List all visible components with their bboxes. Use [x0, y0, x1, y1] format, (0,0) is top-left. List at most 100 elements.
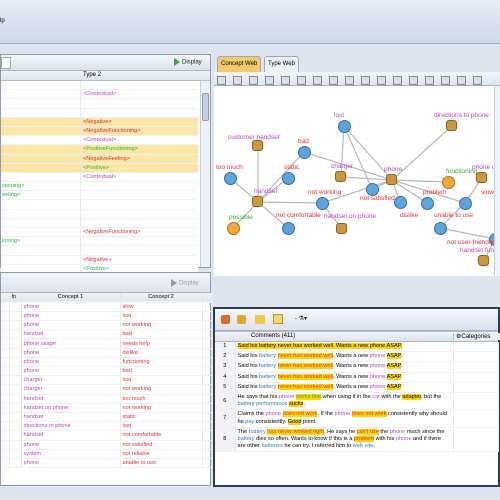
type-row[interactable]: <NegativeFunctioning> [1, 126, 198, 137]
menu-help[interactable]: lp [0, 18, 5, 24]
select-icon[interactable] [233, 76, 242, 85]
node-label[interactable]: handset on phone [324, 213, 376, 220]
home-icon[interactable] [457, 76, 466, 85]
comment-row[interactable]: 1 Said his battery never has worked well… [215, 342, 499, 353]
relation-row[interactable]: phone lost [1, 311, 213, 322]
relation-row[interactable]: handset bad [1, 329, 213, 340]
node-icon[interactable] [297, 76, 306, 85]
node-label[interactable]: not working [308, 189, 341, 196]
type-row[interactable]: <Positive> [1, 163, 198, 173]
fit-icon[interactable] [393, 76, 402, 85]
node-label[interactable]: too much [216, 164, 243, 171]
col-type2-header[interactable]: Type 2 [83, 72, 101, 78]
tab-type-web[interactable]: Type Web [264, 56, 299, 72]
concept-web-graph[interactable]: lost directions to phone customer handset b… [214, 86, 500, 276]
comment-row[interactable]: 3 Said his battery never has worked well… [215, 361, 499, 373]
filter-dropdown[interactable]: - ⚗▾ [295, 315, 319, 324]
relation-row[interactable]: handset not comfortable [1, 430, 213, 441]
categories-header[interactable]: ⚙Categories [453, 333, 500, 340]
tab-concept-web[interactable]: Concept Web [217, 56, 262, 72]
node-label[interactable]: not comfortable [276, 212, 321, 219]
sentiment-face-icon[interactable] [421, 197, 434, 210]
col-concept2-header[interactable]: Concept 2 [120, 293, 203, 303]
type-row[interactable] [1, 108, 198, 118]
type-row[interactable]: eeling> [1, 191, 198, 201]
relation-row[interactable]: phone slow [1, 302, 213, 312]
grid-icon[interactable] [329, 76, 338, 85]
left-top-scrollbar[interactable] [200, 81, 210, 267]
relation-row[interactable]: phone unable to use [1, 458, 213, 469]
concept-node-icon[interactable] [252, 140, 263, 151]
sentiment-face-icon[interactable] [227, 222, 240, 235]
layout-icon[interactable] [345, 76, 354, 85]
relation-row[interactable]: charger not working [1, 384, 213, 395]
node-label[interactable]: not satisfied [360, 195, 395, 202]
type-row[interactable]: <NegativeFunctioning> [1, 228, 198, 238]
concept-node-icon[interactable] [478, 255, 489, 266]
sentiment-face-icon[interactable] [434, 222, 447, 235]
left-top-search-box[interactable] [1, 57, 11, 69]
type-row[interactable] [1, 200, 198, 210]
comment-row[interactable]: 8 The battery has never worked right. He… [215, 427, 499, 453]
display-button-disabled[interactable]: Display [171, 279, 199, 287]
relation-row[interactable]: handset too much [1, 394, 213, 404]
sentiment-face-icon[interactable] [338, 120, 351, 133]
type-row[interactable] [1, 81, 198, 91]
col-concept1-header[interactable]: Concept 1 [21, 293, 121, 303]
pointer-icon[interactable] [217, 76, 226, 85]
concept-node-icon[interactable] [386, 174, 397, 185]
node-label[interactable]: directions to phone [434, 112, 489, 119]
sentiment-face-icon[interactable] [298, 146, 311, 159]
type-row[interactable]: <NegativeFeeling> [1, 154, 198, 164]
settings-icon[interactable] [441, 76, 450, 85]
type-row[interactable]: ioning> [1, 237, 198, 247]
relation-row[interactable]: handset static [1, 412, 213, 423]
concept-node-icon[interactable] [446, 120, 457, 131]
relation-row[interactable]: phone bad [1, 366, 213, 377]
sentiment-face-icon[interactable] [224, 172, 237, 185]
type-row[interactable]: <Contextual> [1, 172, 198, 183]
sentiment-face-icon[interactable] [394, 196, 407, 209]
filter-icon[interactable] [409, 76, 418, 85]
refresh-icon[interactable] [425, 76, 434, 85]
col-in-header[interactable]: In [9, 293, 22, 303]
node-label[interactable]: customer handset [228, 134, 280, 141]
comment-row[interactable]: 6 He says that his phone works fine when… [215, 392, 499, 411]
sentiment-face-icon[interactable] [442, 176, 455, 189]
type-row[interactable]: <Negative> [1, 255, 198, 265]
sentiment-face-icon[interactable] [282, 222, 295, 235]
relation-row[interactable]: phone dislike [1, 348, 213, 358]
pan-icon[interactable] [265, 76, 274, 85]
concept-node-icon[interactable] [476, 172, 487, 183]
expand-icon[interactable] [361, 76, 370, 85]
note-icon[interactable] [273, 314, 283, 324]
folder-icon[interactable] [255, 315, 265, 324]
stop-icon[interactable] [313, 76, 322, 85]
link-icon[interactable] [281, 76, 290, 85]
sentiment-face-icon[interactable] [459, 197, 472, 210]
concept-node-icon[interactable] [336, 223, 347, 234]
type-row[interactable] [1, 218, 198, 228]
tag-icon[interactable] [221, 315, 230, 324]
type-row[interactable] [1, 99, 198, 109]
concept-node-icon[interactable] [335, 171, 346, 182]
relation-row[interactable]: phone functioning [1, 357, 213, 368]
relation-row[interactable]: system not reliable [1, 449, 213, 459]
type-row[interactable]: ctioning> [1, 182, 198, 192]
node-label[interactable]: bad [298, 138, 309, 145]
display-button[interactable]: Display [174, 58, 202, 66]
relation-row[interactable]: charger lost [1, 375, 213, 386]
node-label[interactable]: charger [331, 163, 353, 170]
zoom-icon[interactable] [249, 76, 258, 85]
type-row[interactable]: <Negative> [1, 117, 198, 127]
relation-row[interactable]: directions to phone lost [1, 421, 213, 432]
sentiment-face-icon[interactable] [282, 172, 295, 185]
collapse-icon[interactable] [377, 76, 386, 85]
node-label[interactable]: lost [334, 112, 344, 119]
scroll-thumb[interactable] [202, 93, 209, 121]
relation-row[interactable]: phone not satisfied [1, 440, 213, 450]
node-label[interactable]: not user-friendly [447, 239, 494, 246]
comment-row[interactable]: 4 Said his battery never has worked well… [215, 372, 499, 383]
comment-row[interactable]: 7 Claims the phone does not work. If the… [215, 409, 499, 428]
relation-row[interactable]: phone not working [1, 320, 213, 331]
